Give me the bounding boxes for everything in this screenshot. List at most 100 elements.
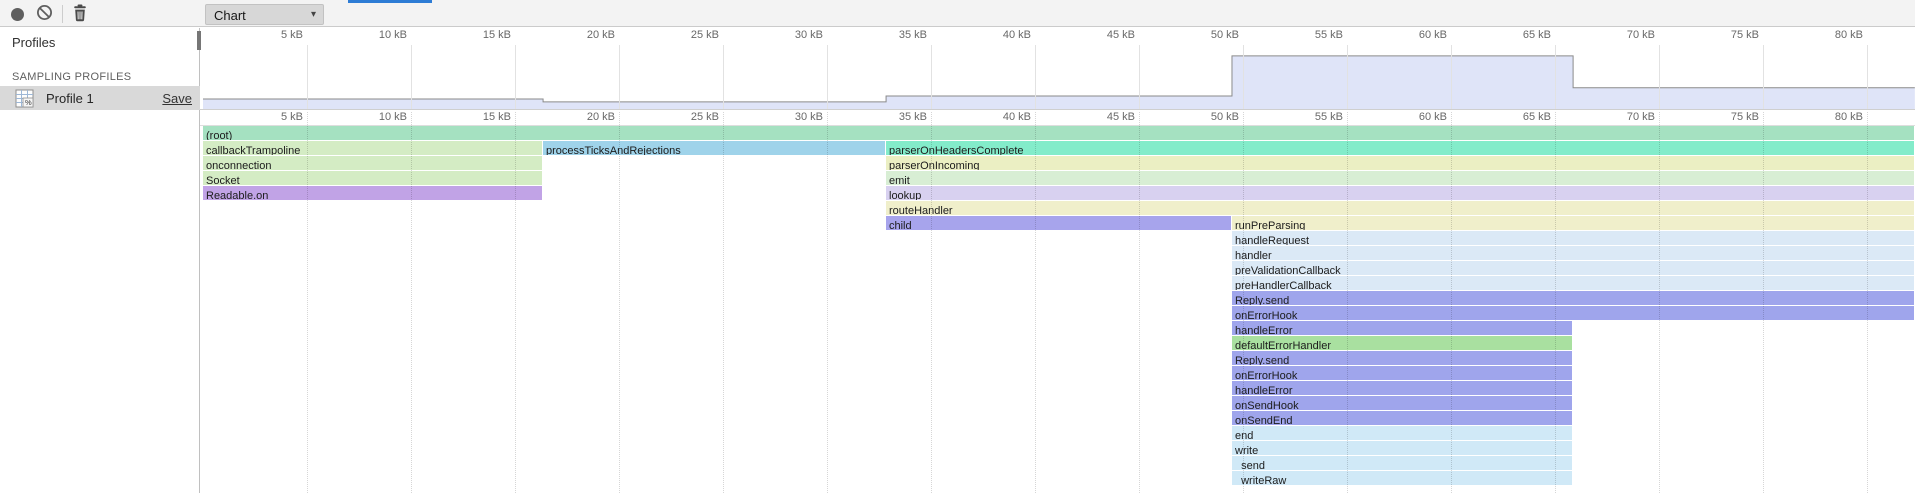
gridline <box>1555 45 1556 109</box>
flame-frame[interactable]: _writeRaw <box>1232 471 1572 485</box>
flame-frame[interactable]: lookup <box>886 186 1914 200</box>
flame-frame[interactable]: Reply.send <box>1232 351 1572 365</box>
flame-frame[interactable]: parserOnHeadersComplete <box>886 141 1914 155</box>
devtools-memory-profiler-panel: Chart ▾ Profiles SAMPLING PROFILES % Pro… <box>0 0 1915 493</box>
block-icon <box>36 4 53 21</box>
gridline <box>619 45 620 109</box>
ruler-tick-label: 40 kB <box>977 29 1031 42</box>
flame-frame-label: child <box>886 220 912 230</box>
flame-frame-label: callbackTrampoline <box>203 145 300 155</box>
flame-frame[interactable]: preHandlerCallback <box>1232 276 1914 290</box>
active-tab-indicator <box>348 0 432 3</box>
flame-frame-label: processTicksAndRejections <box>543 145 681 155</box>
chevron-down-icon: ▾ <box>311 9 316 20</box>
flame-frame[interactable]: handleError <box>1232 381 1572 395</box>
overview-scrollbar-thumb[interactable] <box>197 31 201 50</box>
ruler-tick-label: 25 kB <box>665 29 719 42</box>
sampling-profiles-section-label: SAMPLING PROFILES <box>12 71 131 83</box>
gridline <box>723 112 724 493</box>
flame-frame-label: onSendHook <box>1232 400 1299 410</box>
gridline <box>1659 45 1660 109</box>
ruler-tick-label: 65 kB <box>1497 111 1551 124</box>
gridline <box>931 45 932 109</box>
clear-all-button[interactable] <box>33 3 55 25</box>
flame-frame[interactable]: Readable.on <box>203 186 542 200</box>
gridline <box>723 45 724 109</box>
ruler-tick-label: 30 kB <box>769 29 823 42</box>
ruler-tick-label: 70 kB <box>1601 29 1655 42</box>
ruler-tick-label: 45 kB <box>1081 29 1135 42</box>
flame-frame[interactable]: (root) <box>203 126 1914 140</box>
flame-frame-label: defaultErrorHandler <box>1232 340 1331 350</box>
gridline <box>827 45 828 109</box>
delete-profile-button[interactable] <box>69 3 91 25</box>
flame-frame[interactable]: _send <box>1232 456 1572 470</box>
gridline <box>1867 45 1868 109</box>
flame-frame[interactable]: write_ <box>1232 441 1572 455</box>
ruler-tick-label: 40 kB <box>977 111 1031 124</box>
ruler-tick-label: 10 kB <box>353 29 407 42</box>
ruler-tick-label: 65 kB <box>1497 29 1551 42</box>
flame-frame-label: Readable.on <box>203 190 268 200</box>
profile-list-item-selected[interactable]: % Profile 1 Save <box>0 86 200 110</box>
flame-frame-label: onErrorHook <box>1232 370 1297 380</box>
flame-frame-label: runPreParsing <box>1232 220 1305 230</box>
ruler-tick-label: 20 kB <box>561 29 615 42</box>
profiler-toolbar: Chart ▾ <box>0 0 1915 27</box>
gridline <box>1763 45 1764 109</box>
flame-frame[interactable]: onSendHook <box>1232 396 1572 410</box>
profile-name: Profile 1 <box>46 91 94 106</box>
flame-frame[interactable]: onErrorHook <box>1232 366 1572 380</box>
save-link[interactable]: Save <box>162 91 192 106</box>
ruler-tick-label: 60 kB <box>1393 111 1447 124</box>
flame-frame[interactable]: Reply.send <box>1232 291 1914 305</box>
ruler-tick-label: 70 kB <box>1601 111 1655 124</box>
flame-frame-label: Reply.send <box>1232 355 1289 365</box>
flame-frame-label: handleError <box>1232 385 1292 395</box>
flame-frame-label: preValidationCallback <box>1232 265 1341 275</box>
flame-frame[interactable]: routeHandler <box>886 201 1914 215</box>
profiles-sidebar: Profiles SAMPLING PROFILES % Profile 1 S… <box>0 28 200 493</box>
flame-frame[interactable]: end <box>1232 426 1572 440</box>
view-mode-select[interactable]: Chart ▾ <box>205 4 324 25</box>
flame-frame[interactable]: parserOnIncoming <box>886 156 1914 170</box>
ruler-tick-label: 15 kB <box>457 29 511 42</box>
ruler-tick-label: 10 kB <box>353 111 407 124</box>
record-button[interactable] <box>6 3 28 25</box>
flame-frame-label: Socket <box>203 175 240 185</box>
flame-frame-label: emit <box>886 175 910 185</box>
flame-frame-label: write_ <box>1232 445 1264 455</box>
flame-frame[interactable]: onconnection <box>203 156 542 170</box>
flame-frame-label: _writeRaw <box>1232 475 1286 485</box>
flame-frame[interactable]: child <box>886 216 1231 230</box>
flame-frame[interactable]: onErrorHook <box>1232 306 1914 320</box>
flame-frame[interactable]: handler <box>1232 246 1914 260</box>
svg-text:%: % <box>25 98 32 107</box>
ruler-tick-label: 5 kB <box>249 29 303 42</box>
flame-frame[interactable]: handleError <box>1232 321 1572 335</box>
flame-frame[interactable]: emit <box>886 171 1914 185</box>
gridline <box>515 45 516 109</box>
flame-frame[interactable]: onSendEnd <box>1232 411 1572 425</box>
gridline <box>1243 45 1244 109</box>
ruler-tick-label: 80 kB <box>1809 111 1863 124</box>
flame-frame[interactable]: handleRequest <box>1232 231 1914 245</box>
flame-frame-label: parserOnIncoming <box>886 160 980 170</box>
flame-frame[interactable]: processTicksAndRejections <box>543 141 885 155</box>
flame-frame[interactable]: runPreParsing <box>1232 216 1914 230</box>
profile-icon: % <box>15 89 34 108</box>
chart-pane: 5 kB5 kB10 kB10 kB15 kB15 kB20 kB20 kB25… <box>200 27 1915 493</box>
ruler-tick-label: 75 kB <box>1705 29 1759 42</box>
ruler-tick-label: 35 kB <box>873 29 927 42</box>
flame-frame[interactable]: defaultErrorHandler <box>1232 336 1572 350</box>
ruler-tick-label: 45 kB <box>1081 111 1135 124</box>
gridline <box>1035 45 1036 109</box>
flame-frame-label: Reply.send <box>1232 295 1289 305</box>
ruler-tick-label: 55 kB <box>1289 29 1343 42</box>
flame-frame[interactable]: callbackTrampoline <box>203 141 542 155</box>
toolbar-separator <box>62 5 63 23</box>
flame-frame[interactable]: preValidationCallback <box>1232 261 1914 275</box>
flame-frame[interactable]: Socket <box>203 171 542 185</box>
flame-frame-label: end <box>1232 430 1253 440</box>
ruler-tick-label: 15 kB <box>457 111 511 124</box>
